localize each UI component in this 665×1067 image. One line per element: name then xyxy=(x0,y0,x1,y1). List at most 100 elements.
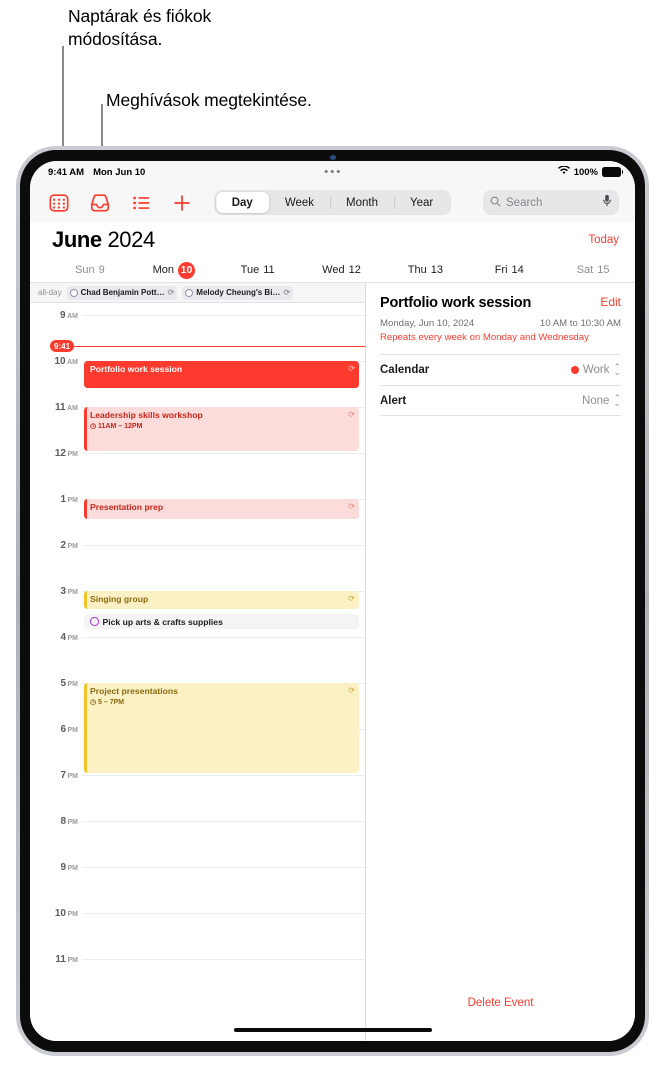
day-view-pane: all-day Chad Benjamin Pott… ⟳ Melody Che… xyxy=(30,283,366,1041)
callout-text-calendars: Naptárak és fiókok módosítása. xyxy=(68,6,212,50)
search-input[interactable]: Search xyxy=(483,190,619,215)
today-button[interactable]: Today xyxy=(588,234,619,246)
hour-suffix: AM xyxy=(67,313,78,320)
list-icon[interactable] xyxy=(130,192,152,214)
toolbar-icon-group xyxy=(48,192,193,214)
hour-label: 1 PM xyxy=(30,494,78,505)
edit-button[interactable]: Edit xyxy=(600,295,621,309)
current-time-line xyxy=(50,346,365,348)
tab-year[interactable]: Year xyxy=(394,192,449,213)
hour-suffix: PM xyxy=(67,727,79,734)
all-day-row: all-day Chad Benjamin Pott… ⟳ Melody Che… xyxy=(30,283,365,303)
calendar-event[interactable]: Leadership skills workshop ◷ 11AM – 12PM ⟳ xyxy=(84,407,359,451)
hour-number: 9 xyxy=(60,310,66,321)
hour-number: 11 xyxy=(55,954,66,965)
main-content: all-day Chad Benjamin Pott… ⟳ Melody Che… xyxy=(30,283,635,1041)
view-mode-segmented-control[interactable]: Day Week Month Year xyxy=(213,170,452,215)
event-repeat-rule: Repeats every week on Monday and Wednesd… xyxy=(380,332,589,343)
calendar-event[interactable]: Project presentations ◷ 5 – 7PM ⟳ xyxy=(84,683,359,773)
calendar-circle-icon xyxy=(185,288,194,297)
hour-label: 3 PM xyxy=(30,586,78,597)
detail-row-label: Alert xyxy=(380,394,407,407)
hour-number: 1 xyxy=(60,494,66,505)
tab-week[interactable]: Week xyxy=(269,192,330,213)
hour-suffix: PM xyxy=(67,957,79,964)
hour-label: 11 AM xyxy=(30,402,78,413)
status-date: Mon Jun 10 xyxy=(93,166,146,178)
hour-suffix: PM xyxy=(67,497,79,504)
page-title: June 2024 xyxy=(52,227,155,253)
hour-gridline xyxy=(82,959,365,960)
weekday-number: 12 xyxy=(348,264,361,276)
all-day-event-title: Melody Cheung's Bi… xyxy=(196,288,281,297)
hour-gridline xyxy=(82,453,365,454)
hour-gridline xyxy=(82,821,365,822)
inbox-icon[interactable] xyxy=(89,192,111,214)
weekday-thu[interactable]: Thu 13 xyxy=(383,264,467,276)
weekday-number: 14 xyxy=(511,264,524,276)
weekday-sun[interactable]: Sun 9 xyxy=(48,264,132,276)
hour-suffix: PM xyxy=(67,681,79,688)
event-time: ◷ 11AM – 12PM xyxy=(90,422,143,430)
detail-row-calendar[interactable]: Calendar Work ⌃ ⌄ xyxy=(380,354,621,385)
weekday-number: 11 xyxy=(263,264,275,276)
chevron-up-down-icon[interactable]: ⌃ ⌄ xyxy=(613,363,621,376)
all-day-event-title: Chad Benjamin Pott… xyxy=(80,288,165,297)
reminder-checkbox-icon[interactable] xyxy=(90,617,99,626)
calendar-event[interactable]: Portfolio work session ⟳ xyxy=(84,361,359,388)
home-indicator[interactable] xyxy=(233,1027,432,1032)
all-day-event-chip[interactable]: Melody Cheung's Bi… ⟳ xyxy=(182,285,294,300)
weekday-sat[interactable]: Sat 15 xyxy=(551,264,635,276)
hour-timeline[interactable]: 9 AM 10 AM 11 AM 12 PM 1 PM 2 PM 3 PM 4 PM 5 PM 6 PM 7 PM 8 PM 9… xyxy=(30,303,365,1041)
front-camera-icon xyxy=(329,155,336,160)
event-date: Monday, Jun 10, 2024 xyxy=(380,318,475,329)
weekday-label: Wed xyxy=(322,264,345,276)
event-title: Leadership skills workshop xyxy=(90,410,203,420)
status-bar-left: 9:41 AM Mon Jun 10 xyxy=(48,167,145,178)
status-time: 9:41 AM xyxy=(48,166,85,178)
reminder-item[interactable]: Pick up arts & crafts supplies xyxy=(84,614,359,629)
calendar-color-dot xyxy=(570,366,579,374)
hour-number: 12 xyxy=(54,448,66,459)
microphone-icon[interactable] xyxy=(602,194,612,212)
chevron-up-down-icon[interactable]: ⌃ ⌄ xyxy=(613,394,621,407)
hour-number: 7 xyxy=(60,770,66,781)
hour-label: 2 PM xyxy=(30,540,78,551)
hour-number: 6 xyxy=(60,724,66,735)
weekday-tue[interactable]: Tue 11 xyxy=(216,264,300,276)
weekday-wed[interactable]: Wed 12 xyxy=(300,264,384,276)
tab-day[interactable]: Day xyxy=(215,192,269,213)
detail-row-alert[interactable]: Alert None ⌃ ⌄ xyxy=(380,385,621,416)
tab-month[interactable]: Month xyxy=(330,192,394,213)
weekday-label: Sat xyxy=(576,264,594,276)
hour-gridline xyxy=(82,637,365,638)
month-name: June xyxy=(52,227,102,252)
hour-suffix: PM xyxy=(67,543,79,550)
search-icon xyxy=(490,194,501,212)
weekday-strip: Sun 9 Mon 10 Tue 11 Wed 12 Thu 13 Fri 14 Sat 15 xyxy=(30,258,635,283)
detail-row-label: Calendar xyxy=(380,364,430,376)
event-color-bar xyxy=(84,407,87,451)
hour-label: 10 PM xyxy=(30,908,78,919)
all-day-event-chip[interactable]: Chad Benjamin Pott… ⟳ xyxy=(66,285,178,300)
weekday-label: Fri xyxy=(494,264,508,276)
today-badge: 10 xyxy=(177,261,195,279)
delete-event-button[interactable]: Delete Event xyxy=(366,997,635,1009)
weekday-mon[interactable]: Mon 10 xyxy=(132,261,216,279)
weekday-number: 15 xyxy=(597,264,610,276)
hour-label: 5 PM xyxy=(30,678,78,689)
weekday-number: 9 xyxy=(98,264,105,276)
calendars-icon[interactable] xyxy=(48,192,70,214)
weekday-fri[interactable]: Fri 14 xyxy=(467,264,551,276)
hour-number: 2 xyxy=(60,540,66,551)
current-time-badge: 9:41 xyxy=(50,340,75,353)
repeat-icon: ⟳ xyxy=(348,686,355,695)
hour-label: 12 PM xyxy=(30,448,78,459)
calendar-event[interactable]: Presentation prep ⟳ xyxy=(84,499,359,520)
more-options-icon[interactable] xyxy=(325,170,340,173)
add-icon[interactable] xyxy=(171,192,193,214)
month-header: June 2024 Today xyxy=(30,222,635,258)
event-detail-rows: Calendar Work ⌃ ⌄ Alert None ⌃ ⌄ xyxy=(380,354,621,416)
calendar-event[interactable]: Singing group ⟳ xyxy=(84,591,359,610)
event-color-bar xyxy=(84,591,87,610)
